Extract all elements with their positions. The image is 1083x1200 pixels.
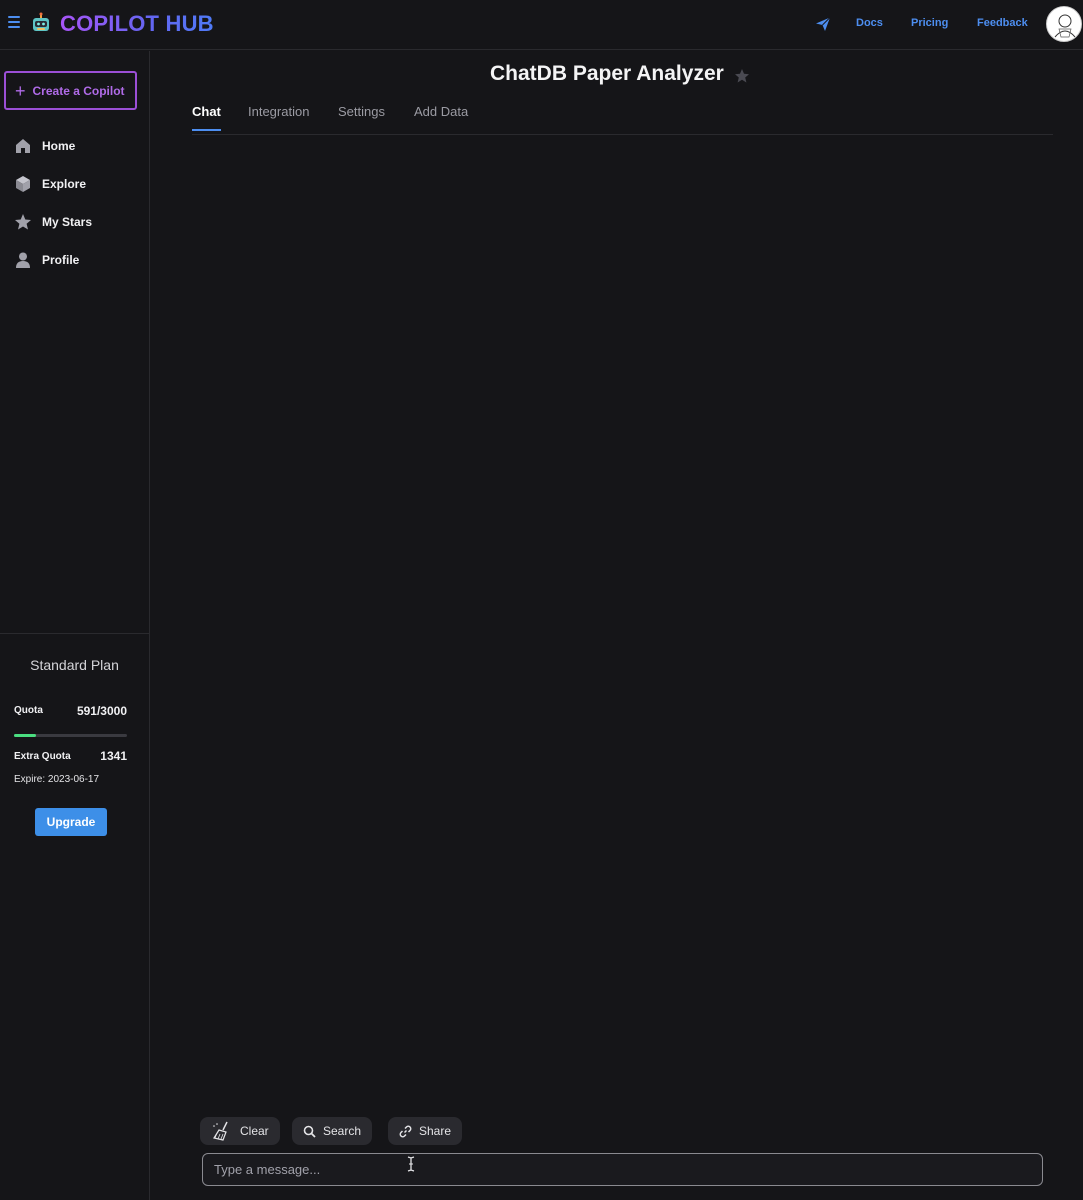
text-cursor-icon [407, 1156, 415, 1172]
sidebar-item-explore[interactable]: Explore [14, 172, 86, 196]
message-input[interactable] [202, 1153, 1043, 1186]
page-title: ChatDB Paper Analyzer [490, 62, 724, 85]
extra-quota-value: 1341 [100, 749, 127, 763]
plan-title: Standard Plan [30, 657, 119, 673]
brand-title[interactable]: COPILOT HUB [60, 11, 214, 37]
feedback-link[interactable]: Feedback [977, 17, 1028, 29]
tab-integration[interactable]: Integration [248, 104, 309, 129]
pricing-link[interactable]: Pricing [911, 17, 948, 29]
top-bar: COPILOT HUB Docs Pricing Feedback [0, 0, 1083, 50]
sidebar-item-profile[interactable]: Profile [14, 248, 79, 272]
create-copilot-label: Create a Copilot [32, 83, 125, 98]
favorite-star-icon[interactable] [734, 68, 750, 84]
sidebar-item-home[interactable]: Home [14, 134, 75, 158]
share-button[interactable]: Share [388, 1117, 463, 1145]
quota-value: 591/3000 [76, 704, 127, 718]
robot-logo-icon[interactable] [30, 12, 52, 34]
sidebar-item-label: My Stars [42, 215, 93, 229]
sidebar-item-label: Home [42, 139, 76, 153]
avatar[interactable] [1046, 6, 1082, 42]
user-icon [16, 252, 30, 268]
quota-progress-fill [14, 734, 37, 737]
sidebar-item-my-stars[interactable]: My Stars [14, 210, 92, 234]
sidebar: + Create a Copilot Home Explore My Stars… [0, 51, 150, 1200]
link-icon [399, 1125, 412, 1137]
send-icon[interactable] [815, 16, 831, 32]
create-copilot-button[interactable]: + Create a Copilot [4, 71, 137, 110]
quota-label: Quota [14, 705, 43, 716]
search-icon [303, 1125, 316, 1138]
docs-link[interactable]: Docs [856, 17, 883, 29]
tab-bar: Chat Integration Settings Add Data [192, 100, 1053, 135]
clear-button[interactable]: Clear [200, 1117, 280, 1145]
star-icon [15, 214, 31, 230]
tab-chat[interactable]: Chat [192, 104, 221, 131]
tab-add-data[interactable]: Add Data [414, 104, 468, 129]
cube-icon [16, 176, 30, 192]
tab-settings[interactable]: Settings [338, 104, 385, 129]
menu-icon[interactable] [8, 16, 20, 30]
search-button[interactable]: Search [292, 1117, 373, 1145]
share-label: Share [419, 1124, 452, 1138]
plus-icon: + [15, 80, 26, 101]
sidebar-item-label: Explore [42, 177, 87, 191]
home-icon [16, 139, 30, 153]
expire-date: Expire: 2023-06-17 [14, 774, 100, 785]
broom-icon [213, 1121, 228, 1141]
sidebar-item-label: Profile [42, 253, 80, 267]
search-label: Search [323, 1124, 362, 1138]
quota-progress-bar [14, 734, 127, 737]
upgrade-button[interactable]: Upgrade [35, 808, 107, 836]
plan-panel: Standard Plan Quota 591/3000 Extra Quota… [0, 633, 149, 863]
extra-quota-label: Extra Quota [14, 751, 71, 762]
clear-label: Clear [240, 1124, 269, 1138]
